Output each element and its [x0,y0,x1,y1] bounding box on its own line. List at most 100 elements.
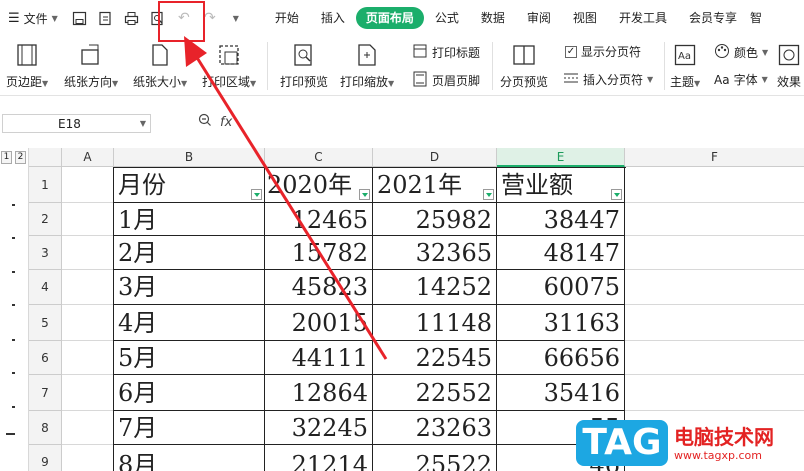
table-cell-month[interactable]: 3月 [114,270,265,305]
tab-insert[interactable]: 插入 [310,7,356,29]
row-header[interactable]: 8 [29,411,62,445]
cell-a7[interactable] [62,375,114,411]
tab-view[interactable]: 视图 [562,7,608,29]
page-break-preview-button[interactable]: 分页预览 [500,42,548,90]
table-cell-2021[interactable]: 25522 [373,445,497,471]
table-cell-2020[interactable]: 45823 [265,270,373,305]
filter-dropdown-icon[interactable] [483,189,494,200]
row-header[interactable]: 9 [29,445,62,471]
row-header[interactable]: 3 [29,236,62,270]
column-header-e[interactable]: E [497,148,625,167]
table-cell-2020[interactable]: 21214 [265,445,373,471]
table-cell-month[interactable]: 6月 [114,375,265,411]
colors-button[interactable]: 颜色 ▼ [714,43,768,62]
table-cell-2020[interactable]: 12864 [265,375,373,411]
fonts-button[interactable]: Aa 字体 ▼ [714,71,768,88]
table-cell-month[interactable]: 1月 [114,203,265,236]
cell-a2[interactable] [62,203,114,236]
fx-icon[interactable]: fx [220,115,232,130]
table-cell-revenue[interactable]: 60075 [497,270,625,305]
cell-f7[interactable] [625,375,804,411]
table-cell-2020[interactable]: 12465 [265,203,373,236]
table-cell-2020[interactable]: 20015 [265,305,373,341]
filter-dropdown-icon[interactable] [359,189,370,200]
row-header[interactable]: 1 [29,167,62,203]
table-cell-revenue[interactable]: 31163 [497,305,625,341]
table-cell-month[interactable]: 4月 [114,305,265,341]
file-menu[interactable]: ☰ 文件 ▼ [8,10,58,27]
tab-formulas[interactable]: 公式 [424,7,470,29]
tab-data[interactable]: 数据 [470,7,516,29]
cell-a9[interactable] [62,445,114,471]
table-cell-2020[interactable]: 32245 [265,411,373,445]
margins-button[interactable]: 页边距▼ [6,42,48,90]
tab-home[interactable]: 开始 [264,7,310,29]
table-cell-revenue[interactable]: 35416 [497,375,625,411]
print-titles-button[interactable]: 打印标题 [412,43,480,62]
tab-overflow[interactable]: 智 [748,7,764,29]
save-icon[interactable] [72,10,88,26]
tab-page-layout[interactable]: 页面布局 [355,7,424,29]
row-header[interactable]: 6 [29,341,62,375]
filter-dropdown-icon[interactable] [251,189,262,200]
cell-f3[interactable] [625,236,804,270]
theme-button[interactable]: Aa 主题▼ [670,42,700,90]
table-cell-month[interactable]: 8月 [114,445,265,471]
cell-a5[interactable] [62,305,114,341]
effects-button[interactable]: 效果 [776,42,802,90]
row-header[interactable]: 2 [29,203,62,236]
row-header[interactable]: 7 [29,375,62,411]
table-cell-2021[interactable]: 32365 [373,236,497,270]
cell-a8[interactable] [62,411,114,445]
column-header-d[interactable]: D [373,148,497,167]
table-cell-2021[interactable]: 11148 [373,305,497,341]
tab-member[interactable]: 会员专享 [678,7,748,29]
cell-f1[interactable] [625,167,804,203]
insert-page-break-button[interactable]: 插入分页符 ▼ [563,71,653,88]
column-header-c[interactable]: C [265,148,373,167]
cell-f4[interactable] [625,270,804,305]
header-footer-button[interactable]: 页眉页脚 [412,71,480,90]
column-header-b[interactable]: B [114,148,265,167]
cell-a6[interactable] [62,341,114,375]
print-icon[interactable] [124,10,140,26]
filter-dropdown-icon[interactable] [611,189,622,200]
outline-level-1[interactable]: 1 [1,151,12,164]
table-cell-2021[interactable]: 14252 [373,270,497,305]
header-2020[interactable]: 2020年 [265,168,373,203]
row-header[interactable]: 5 [29,305,62,341]
table-cell-revenue[interactable]: 66656 [497,341,625,375]
cell-f2[interactable] [625,203,804,236]
table-cell-month[interactable]: 5月 [114,341,265,375]
cell-f6[interactable] [625,341,804,375]
table-cell-month[interactable]: 2月 [114,236,265,270]
table-cell-month[interactable]: 7月 [114,411,265,445]
header-revenue[interactable]: 营业额 [497,168,625,203]
table-cell-revenue[interactable]: 48147 [497,236,625,270]
header-2021[interactable]: 2021年 [373,168,497,203]
export-pdf-icon[interactable] [98,10,114,26]
row-header[interactable]: 4 [29,270,62,305]
table-cell-2021[interactable]: 23263 [373,411,497,445]
table-cell-2021[interactable]: 22545 [373,341,497,375]
cell-f5[interactable] [625,305,804,341]
print-area-button[interactable]: 打印区域▼ [202,42,256,90]
header-month[interactable]: 月份 [114,168,265,203]
outline-level-2[interactable]: 2 [15,151,26,164]
paper-size-button[interactable]: 纸张大小▼ [133,42,187,90]
print-scale-button[interactable]: 打印缩放▼ [340,42,394,90]
column-header-f[interactable]: F [625,148,804,167]
tab-review[interactable]: 审阅 [516,7,562,29]
customize-toolbar-icon[interactable]: ▼ [228,10,244,26]
cell-a4[interactable] [62,270,114,305]
name-box[interactable]: E18 ▼ [2,114,151,133]
table-cell-2020[interactable]: 15782 [265,236,373,270]
table-cell-revenue[interactable]: 38447 [497,203,625,236]
zoom-icon[interactable] [198,113,212,131]
orientation-button[interactable]: 纸张方向▼ [64,42,118,90]
select-all-corner[interactable] [29,148,62,167]
tab-developer[interactable]: 开发工具 [608,7,678,29]
column-header-a[interactable]: A [62,148,114,167]
cell-a3[interactable] [62,236,114,270]
print-preview-button[interactable]: 打印预览 [280,42,328,90]
